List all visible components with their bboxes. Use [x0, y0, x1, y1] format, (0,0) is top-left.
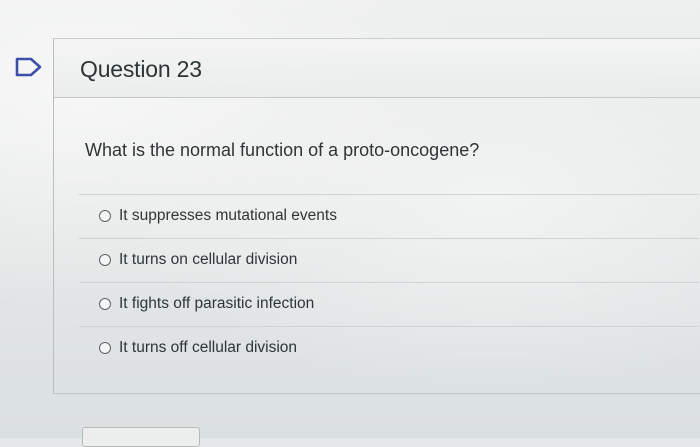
question-header: Question 23 — [54, 38, 700, 98]
radio-button[interactable] — [99, 342, 111, 354]
question-text: What is the normal function of a proto-o… — [85, 140, 480, 160]
answer-label[interactable]: It fights off parasitic infection — [119, 295, 314, 313]
flag-icon[interactable] — [14, 56, 44, 78]
next-button[interactable] — [82, 427, 200, 447]
answer-option[interactable]: It suppresses mutational events — [79, 194, 699, 238]
radio-button[interactable] — [99, 254, 111, 266]
answer-option[interactable]: It turns on cellular division — [79, 238, 699, 282]
quiz-screen: Question 23 What is the normal function … — [0, 0, 700, 447]
question-card: Question 23 What is the normal function … — [53, 38, 700, 394]
question-title: Question 23 — [80, 56, 202, 82]
answer-label[interactable]: It suppresses mutational events — [119, 207, 337, 225]
answer-label[interactable]: It turns off cellular division — [119, 339, 297, 357]
answer-option[interactable]: It turns off cellular division — [79, 326, 699, 370]
radio-button[interactable] — [99, 210, 111, 222]
radio-button[interactable] — [99, 298, 111, 310]
answer-option[interactable]: It fights off parasitic infection — [79, 282, 699, 326]
answer-label[interactable]: It turns on cellular division — [119, 251, 297, 269]
answer-list: It suppresses mutational events It turns… — [79, 194, 699, 370]
